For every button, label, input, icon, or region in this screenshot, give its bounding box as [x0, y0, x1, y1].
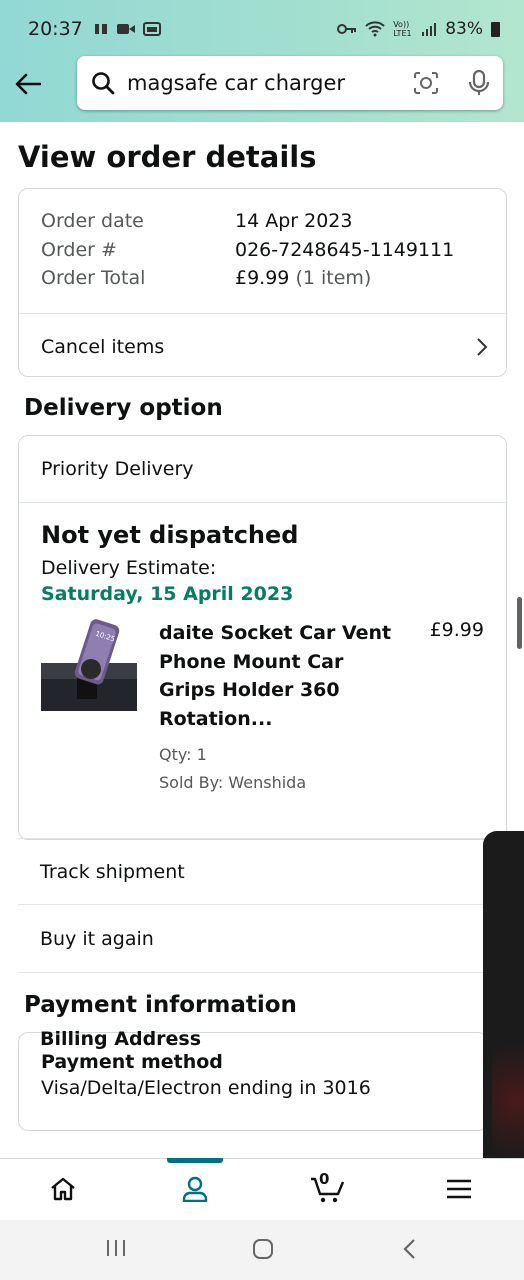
back-arrow-icon — [15, 73, 41, 95]
battery-icon — [491, 21, 500, 37]
status-notification-icons — [93, 22, 161, 36]
search-row: magsafe car charger — [0, 56, 524, 112]
order-number-row: Order # 026-7248645-1149111 — [41, 236, 506, 265]
delivery-section-title: Delivery option — [24, 395, 223, 421]
buy-again-button[interactable]: Buy it again — [18, 906, 488, 973]
cancel-items-button[interactable]: Cancel items — [19, 314, 506, 380]
product-price: £9.99 — [429, 619, 484, 641]
home-button-icon[interactable] — [252, 1238, 274, 1260]
product-title[interactable]: daite Socket Car Vent Phone Mount Car Gr… — [159, 619, 399, 733]
active-tab-indicator — [167, 1158, 223, 1163]
system-navigation-bar — [0, 1220, 524, 1280]
payment-method-title: Payment method — [41, 1051, 223, 1073]
order-date-value: 14 Apr 2023 — [235, 210, 353, 232]
product-title-line: Rotation... — [159, 707, 273, 730]
chevron-right-icon — [477, 337, 488, 356]
order-number-label: Order # — [41, 238, 117, 261]
nav-menu[interactable] — [439, 1169, 479, 1209]
system-back-icon[interactable] — [401, 1238, 417, 1260]
order-item-count: (1 item) — [295, 267, 372, 289]
wifi-icon — [365, 21, 385, 37]
order-number-value: 026-7248645-1149111 — [235, 238, 455, 261]
bottom-navigation — [0, 1158, 524, 1220]
buy-again-label: Buy it again — [40, 928, 154, 950]
menu-icon — [447, 1179, 471, 1199]
product-seller: Sold By: Wenshida — [159, 773, 307, 792]
order-date-label: Order date — [41, 210, 144, 232]
microphone-icon[interactable] — [469, 70, 489, 96]
app-notification-icon — [94, 24, 107, 34]
nav-account[interactable] — [175, 1169, 215, 1209]
order-total-amount: £9.99 — [235, 267, 290, 289]
payment-section-title: Payment information — [24, 992, 297, 1018]
order-item[interactable]: 10:25 daite Socket Car Vent Phone Mount … — [41, 619, 484, 797]
camera-scan-icon[interactable] — [413, 71, 439, 95]
delivery-estimate-date: Saturday, 15 April 2023 — [41, 583, 294, 605]
gallery-icon — [142, 22, 161, 36]
product-title-line: Phone Mount Car — [159, 650, 344, 673]
person-icon — [182, 1176, 208, 1202]
order-summary-card: Order date 14 Apr 2023 Order # 026-72486… — [18, 188, 507, 377]
order-date-row: Order date 14 Apr 2023 — [41, 207, 506, 236]
home-icon — [51, 1177, 75, 1201]
order-total-row: Order Total £9.99 (1 item) — [41, 264, 506, 293]
payment-method-value: Visa/Delta/Electron ending in 3016 — [41, 1077, 371, 1099]
scrollbar[interactable] — [517, 597, 522, 649]
cart-count-badge: 0 — [319, 1170, 330, 1188]
product-quantity: Qty: 1 — [159, 745, 207, 764]
signal-icon — [422, 23, 437, 36]
delivery-option-label: Priority Delivery — [41, 458, 194, 480]
product-title-line: daite Socket Car Vent — [159, 622, 392, 644]
order-total-value: £9.99 (1 item) — [235, 264, 371, 293]
status-time: 20:37 — [28, 18, 83, 40]
volte-label: Vo)) LTE1 — [393, 20, 412, 38]
track-shipment-button[interactable]: Track shipment — [18, 838, 488, 905]
battery-percent: 83% — [445, 19, 483, 39]
page-title: View order details — [18, 140, 317, 174]
product-title-line: Grips Holder 360 — [159, 679, 340, 701]
key-icon — [337, 24, 357, 34]
header: 20:37 Vo)) LTE1 83% magsafe car charger — [0, 0, 524, 122]
product-image[interactable]: 10:25 — [41, 619, 137, 715]
status-bar: 20:37 Vo)) LTE1 83% — [0, 0, 524, 58]
product-thumbnail: 10:25 — [41, 619, 137, 711]
billing-address-partial: Billing Address — [40, 1028, 202, 1050]
recent-apps-icon[interactable] — [105, 1238, 127, 1258]
order-total-label: Order Total — [41, 267, 146, 289]
nav-home[interactable] — [43, 1169, 83, 1209]
back-button[interactable] — [0, 56, 56, 112]
video-icon — [116, 24, 135, 34]
delivery-estimate-label: Delivery Estimate: — [41, 557, 217, 579]
search-icon — [92, 72, 115, 95]
delivery-card: Priority Delivery Not yet dispatched Del… — [18, 435, 507, 840]
search-query: magsafe car charger — [127, 71, 346, 95]
cancel-items-label: Cancel items — [41, 335, 165, 358]
track-shipment-label: Track shipment — [40, 860, 185, 883]
dispatch-status: Not yet dispatched — [41, 521, 299, 549]
search-input[interactable]: magsafe car charger — [77, 56, 503, 110]
